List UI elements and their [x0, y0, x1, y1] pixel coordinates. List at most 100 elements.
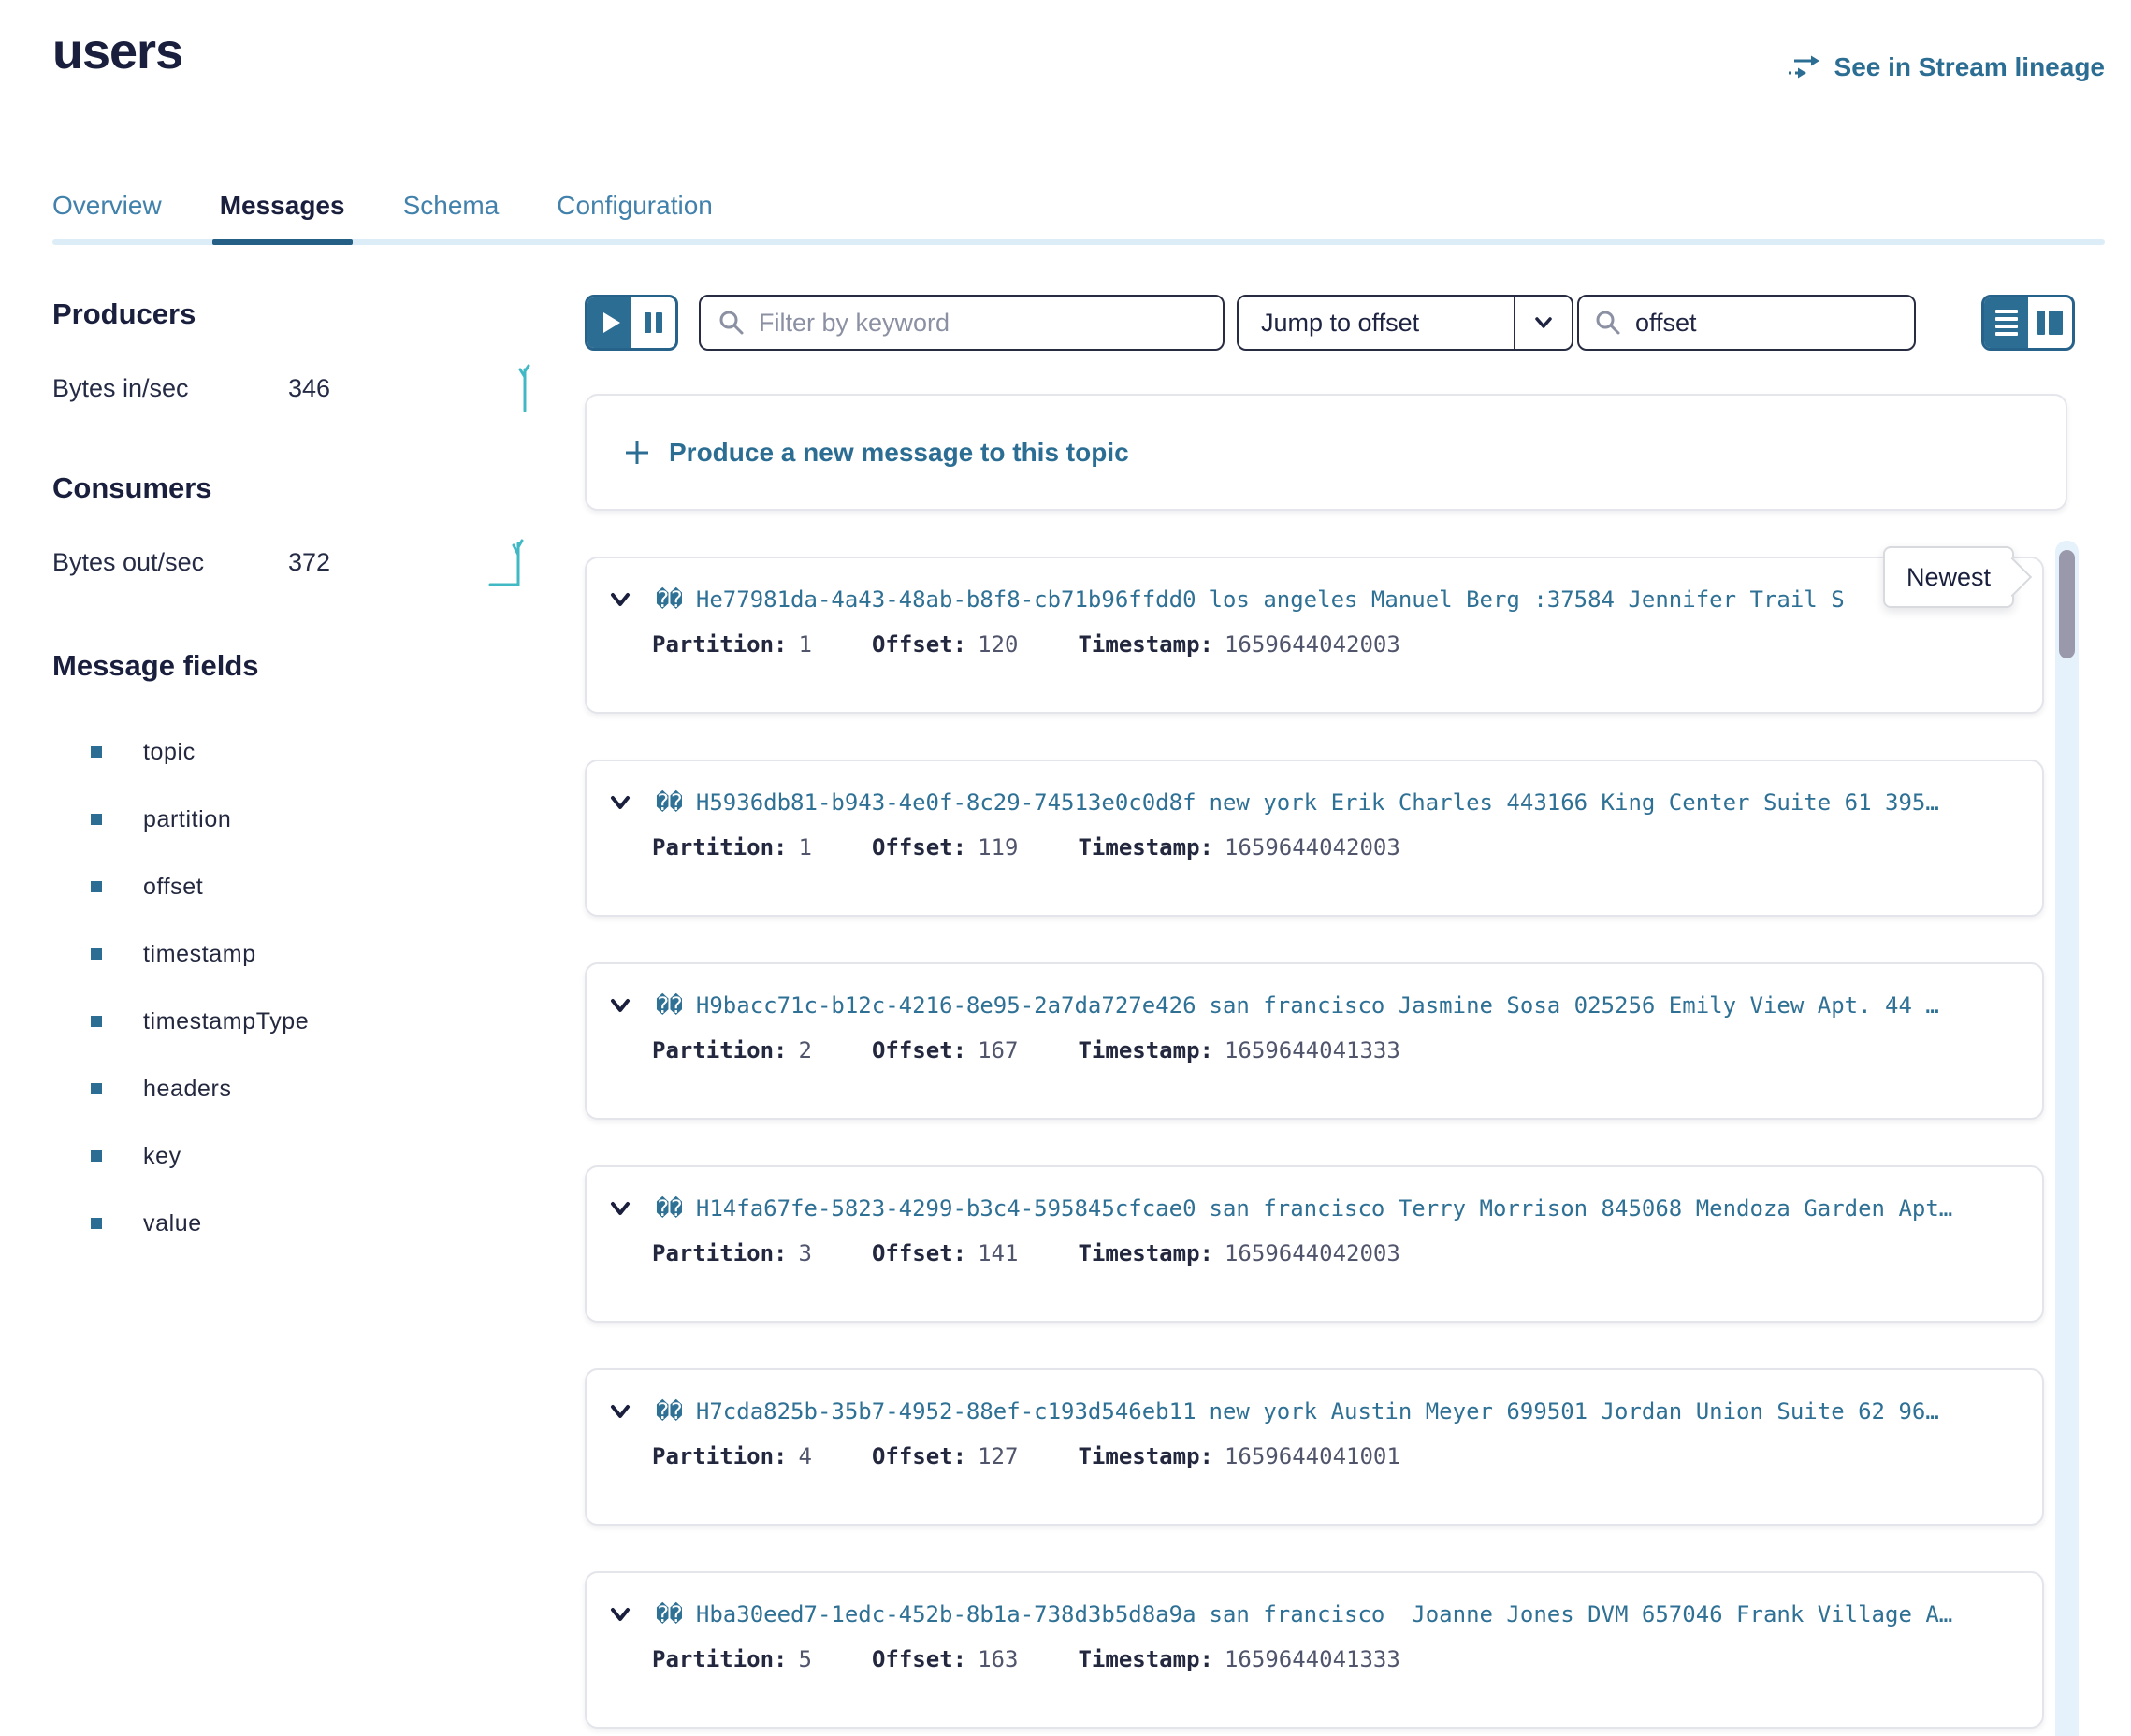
search-icon [1594, 309, 1622, 337]
message-card: ��H7cda825b-35b7-4952-88ef-c193d546eb11n… [585, 1368, 2044, 1526]
bytes-out-label: Bytes out/sec [52, 548, 288, 577]
message-summary: ��Hba30eed7-1edc-452b-8b1a-738d3b5d8a9as… [656, 1601, 1952, 1628]
field-item-timestamptype[interactable]: timestampType [52, 988, 535, 1055]
partition-value: 3 [799, 1240, 812, 1266]
topic-page: users See in Stream lineage Overview Mes… [0, 0, 2131, 1736]
offset-label: Offset: [872, 834, 966, 861]
list-view-button[interactable] [1984, 297, 2028, 348]
newest-tooltip-label: Newest [1906, 563, 1991, 592]
field-item-value[interactable]: value [52, 1190, 535, 1257]
message-meta: Partition:1 Offset:119 Timestamp:1659644… [607, 834, 2020, 861]
replacement-char-icon: �� [656, 789, 683, 816]
bytes-in-value: 346 [288, 374, 486, 403]
offset-value: 141 [978, 1240, 1018, 1266]
partition-value: 4 [799, 1443, 812, 1469]
timestamp-label: Timestamp: [1078, 1443, 1213, 1469]
bytes-in-metric: Bytes in/sec 346 [52, 361, 535, 415]
timestamp-value: 1659644041333 [1225, 1646, 1400, 1672]
newest-tooltip: Newest [1883, 546, 2014, 608]
offset-value: 163 [978, 1646, 1018, 1672]
partition-label: Partition: [652, 1240, 788, 1266]
plus-icon [622, 438, 652, 468]
message-row[interactable]: ��Hba30eed7-1edc-452b-8b1a-738d3b5d8a9as… [607, 1601, 2020, 1628]
offset-value: 120 [978, 631, 1018, 658]
stream-lineage-label: See in Stream lineage [1834, 52, 2105, 82]
message-card: ��H14fa67fe-5823-4299-b3c4-595845cfcae0s… [585, 1165, 2044, 1323]
stream-lineage-link[interactable]: See in Stream lineage [1786, 52, 2105, 82]
message-summary: ��H9bacc71c-b12c-4216-8e95-2a7da727e426s… [656, 992, 1939, 1019]
offset-input[interactable] [1635, 309, 1899, 338]
pause-button[interactable] [631, 297, 675, 348]
chevron-down-icon[interactable] [1514, 297, 1572, 349]
play-button[interactable] [587, 297, 631, 348]
field-item-partition[interactable]: partition [52, 786, 535, 853]
replacement-char-icon: �� [656, 1398, 683, 1425]
offset-search [1577, 295, 1916, 351]
page-title: users [52, 22, 182, 80]
tab-configuration[interactable]: Configuration [557, 191, 713, 245]
message-summary: �� H5936db81-b943-4e0f-8c29-74513e0c0d8f n… [656, 789, 1939, 816]
tab-messages[interactable]: Messages [220, 191, 345, 245]
tab-overview[interactable]: Overview [52, 191, 162, 245]
column-view-button[interactable] [2028, 297, 2072, 348]
square-bullet-icon [91, 1150, 102, 1162]
jump-to-select[interactable]: Jump to offset [1237, 295, 1573, 351]
bytes-out-sparkline [488, 536, 535, 588]
messages-scrollbar-track[interactable] [2055, 541, 2079, 1736]
offset-label: Offset: [872, 631, 966, 658]
field-item-timestamp[interactable]: timestamp [52, 920, 535, 988]
field-item-key[interactable]: key [52, 1122, 535, 1190]
message-row[interactable]: ��H7cda825b-35b7-4952-88ef-c193d546eb11n… [607, 1398, 2020, 1425]
message-value: san francisco Terry Morrison 845068 Mend… [1210, 1195, 1953, 1222]
chevron-down-icon[interactable] [607, 586, 633, 613]
field-item-topic[interactable]: topic [52, 718, 535, 786]
bytes-in-sparkline [515, 362, 535, 414]
tab-schema[interactable]: Schema [403, 191, 500, 245]
produce-message-label: Produce a new message to this topic [669, 438, 1129, 468]
message-row[interactable]: �� H5936db81-b943-4e0f-8c29-74513e0c0d8f n… [607, 789, 2020, 816]
view-mode-toggle [1981, 295, 2075, 351]
message-row[interactable]: ��He77981da-4a43-48ab-b8f8-cb71b96ffdd0l… [607, 586, 2020, 613]
message-key: He77981da-4a43-48ab-b8f8-cb71b96ffdd0 [696, 586, 1196, 613]
bytes-out-value: 372 [288, 548, 486, 577]
message-key: H5936db81-b943-4e0f-8c29-74513e0c0d8f [696, 789, 1196, 816]
chevron-down-icon[interactable] [607, 1398, 633, 1425]
stream-lineage-icon [1786, 52, 1821, 82]
list-view-icon [1995, 310, 2018, 336]
play-icon [603, 312, 620, 333]
message-card: ��Hba30eed7-1edc-452b-8b1a-738d3b5d8a9as… [585, 1571, 2044, 1729]
square-bullet-icon [91, 746, 102, 758]
message-value: san francisco Jasmine Sosa 025256 Emily … [1210, 992, 1939, 1019]
chevron-down-icon[interactable] [607, 1601, 633, 1628]
message-row[interactable]: ��H9bacc71c-b12c-4216-8e95-2a7da727e426s… [607, 992, 2020, 1019]
partition-label: Partition: [652, 1037, 788, 1063]
timestamp-value: 1659644041001 [1225, 1443, 1400, 1469]
message-summary: ��H7cda825b-35b7-4952-88ef-c193d546eb11n… [656, 1398, 1939, 1425]
messages-panel: Jump to offset [585, 295, 2081, 1729]
consumers-heading: Consumers [52, 471, 535, 505]
message-value: los angeles Manuel Berg :37584 Jennifer … [1210, 586, 1845, 613]
field-item-headers[interactable]: headers [52, 1055, 535, 1122]
message-value: san francisco Joanne Jones DVM 657046 Fr… [1210, 1601, 1953, 1628]
message-value: new york Erik Charles 443166 King Center… [1210, 789, 1939, 816]
chevron-down-icon[interactable] [607, 789, 633, 816]
offset-label: Offset: [872, 1037, 966, 1063]
offset-value: 167 [978, 1037, 1018, 1063]
messages-scrollbar-thumb[interactable] [2059, 550, 2075, 658]
produce-message-button[interactable]: Produce a new message to this topic [585, 394, 2067, 511]
offset-label: Offset: [872, 1443, 966, 1469]
chevron-down-icon[interactable] [607, 992, 633, 1019]
square-bullet-icon [91, 1083, 102, 1094]
message-summary: ��H14fa67fe-5823-4299-b3c4-595845cfcae0s… [656, 1195, 1952, 1222]
partition-value: 1 [799, 631, 812, 658]
message-meta: Partition:2 Offset:167 Timestamp:1659644… [607, 1037, 2020, 1063]
square-bullet-icon [91, 881, 102, 892]
square-bullet-icon [91, 948, 102, 960]
filter-keyword-input[interactable] [759, 309, 1206, 338]
square-bullet-icon [91, 1016, 102, 1027]
field-item-offset[interactable]: offset [52, 853, 535, 920]
chevron-down-icon[interactable] [607, 1195, 633, 1222]
messages-toolbar: Jump to offset [585, 295, 2081, 351]
partition-label: Partition: [652, 631, 788, 658]
message-row[interactable]: ��H14fa67fe-5823-4299-b3c4-595845cfcae0s… [607, 1195, 2020, 1222]
